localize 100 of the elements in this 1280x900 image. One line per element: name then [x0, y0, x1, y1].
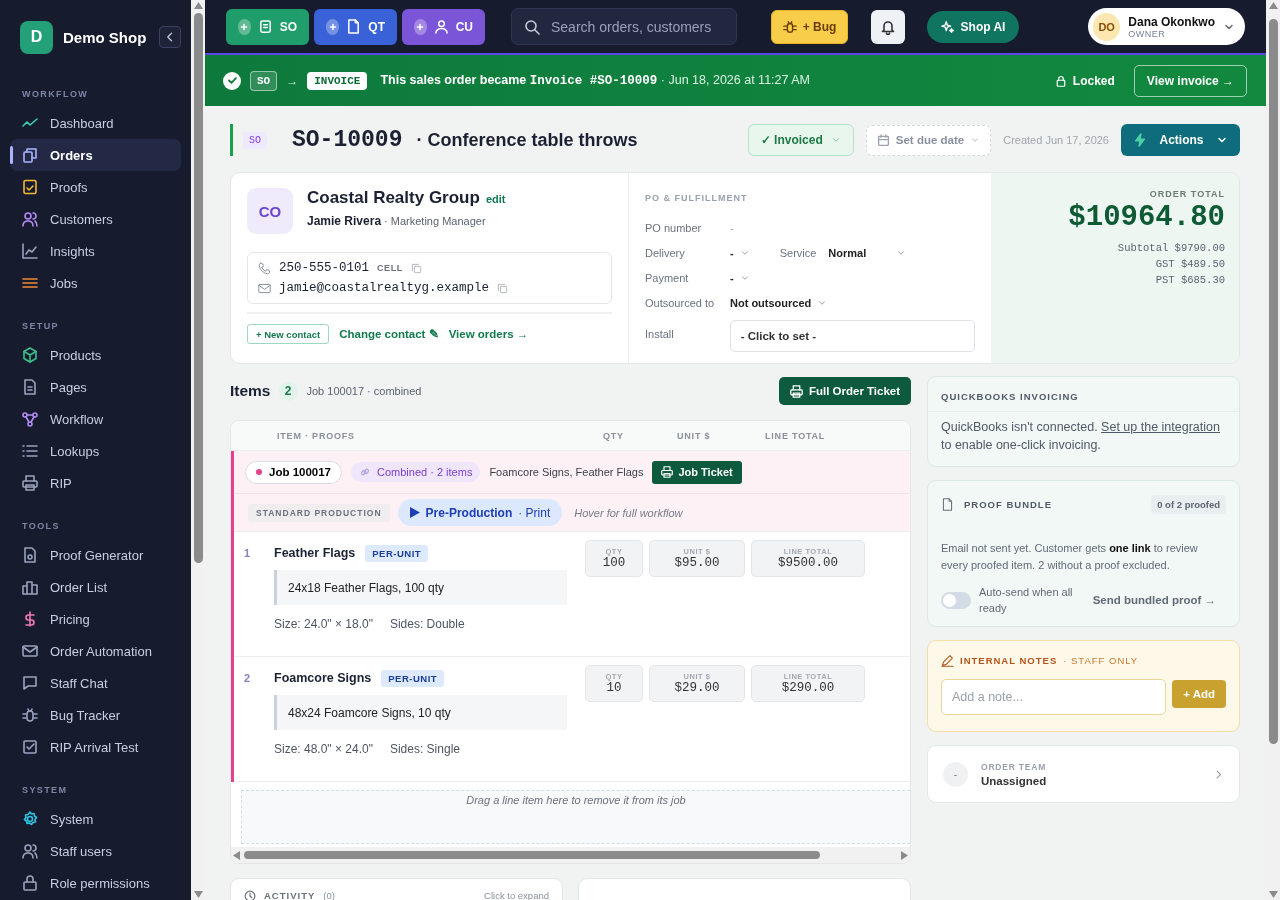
customer-name: Coastal Realty Group — [307, 188, 480, 208]
lines-icon — [22, 275, 38, 291]
sidebar-item[interactable]: Pricing — [10, 603, 181, 635]
columns-icon — [22, 579, 38, 595]
item-sides: Sides: Double — [389, 617, 465, 631]
search-box[interactable]: Search orders, customers — [511, 8, 737, 45]
sidebar-item[interactable]: Lookups — [10, 435, 181, 467]
sidebar-item[interactable]: Jobs — [10, 267, 181, 299]
stage-button[interactable]: Pre-Production · Print — [397, 499, 563, 526]
sidebar-item[interactable]: Orders — [10, 139, 181, 171]
section-title: WORKFLOW — [21, 89, 90, 99]
copy-icon — [410, 262, 422, 274]
chart-icon — [22, 243, 38, 259]
section-title: PO & FULFILLMENT — [645, 193, 749, 203]
sidebar-item[interactable]: RIP — [10, 467, 181, 499]
mail-icon — [258, 281, 271, 295]
scrollbar[interactable] — [1266, 0, 1280, 900]
note-field[interactable]: Add a note... — [941, 679, 1167, 715]
sidebar-item[interactable]: Insights — [10, 235, 181, 267]
pencil-icon — [941, 654, 954, 667]
scroll-right-icon[interactable] — [901, 850, 908, 860]
sidebar-item[interactable]: Staff users — [10, 835, 181, 867]
select-field[interactable]: Not outsourced — [730, 296, 828, 309]
scroll-down-icon[interactable] — [1268, 891, 1278, 898]
users-icon — [22, 211, 38, 227]
change-contact-link[interactable]: Change contact ✎ — [339, 327, 439, 341]
sidebar-item[interactable]: Customers — [10, 203, 181, 235]
item-description: 48x24 Foamcore Signs, 10 qty — [274, 695, 567, 730]
item-sides: Sides: Single — [389, 742, 460, 756]
user-menu[interactable]: DO Dana Okonkwo OWNER — [1088, 8, 1245, 45]
plus-icon — [415, 21, 426, 32]
sidebar-item[interactable]: Workflow — [10, 403, 181, 435]
search-field[interactable]: Search orders, customers — [549, 17, 724, 36]
job-items: Foamcore Signs, Feather Flags — [489, 466, 644, 478]
sidebar-item[interactable]: Staff Chat — [10, 667, 181, 699]
setup-link[interactable]: Set up the integration — [1101, 420, 1220, 434]
bug-icon — [782, 19, 797, 34]
copy-icon — [497, 282, 509, 294]
new-contact-button[interactable]: + New contact — [247, 324, 330, 344]
notifications-button[interactable] — [871, 9, 905, 44]
status-dropdown[interactable]: ✓ Invoiced — [747, 124, 854, 156]
arrow-icon: → — [286, 73, 299, 88]
team-label: ORDER TEAM — [981, 761, 1048, 772]
sidebar-item[interactable]: Order Automation — [10, 635, 181, 667]
select-field[interactable]: - — [730, 246, 750, 259]
auto-send-toggle[interactable] — [941, 591, 971, 609]
order-type-tag: SO — [243, 131, 267, 149]
sidebar-item[interactable]: RIP Arrival Test — [10, 731, 181, 763]
view-invoice-button[interactable]: View invoice → — [1133, 64, 1247, 97]
scrollbar[interactable] — [231, 847, 910, 863]
proof-icon — [22, 179, 38, 195]
scroll-down-icon[interactable] — [193, 891, 203, 898]
pricing-tag: PER-UNIT — [365, 544, 429, 562]
total-line: GST $489.50 — [1154, 257, 1225, 272]
sidebar-item[interactable]: Order List — [10, 571, 181, 603]
sidebar-item[interactable]: Proof Generator — [10, 539, 181, 571]
user-name: Dana Okonkwo — [1128, 14, 1215, 29]
phone-icon — [258, 261, 271, 275]
scrollbar[interactable] — [191, 0, 205, 900]
sidebar-item[interactable]: Proofs — [10, 171, 181, 203]
person-icon — [433, 19, 449, 34]
order-type-tag: SO — [250, 70, 278, 91]
ai-button[interactable]: Shop AI — [927, 10, 1019, 43]
contact-role: · Marketing Manager — [384, 215, 486, 227]
sidebar-item[interactable]: Pages — [10, 371, 181, 403]
send-proof-link[interactable]: Send bundled proof → — [1092, 594, 1216, 606]
job-button[interactable]: Job 100017 — [245, 460, 342, 484]
sidebar-item[interactable]: Bug Tracker — [10, 699, 181, 731]
job-ticket-button[interactable]: Job Ticket — [652, 460, 742, 484]
sidebar-item[interactable]: Role permissions — [10, 867, 181, 899]
field-value: - — [730, 221, 734, 234]
collapse-button[interactable] — [159, 26, 181, 48]
actions-button[interactable]: Actions — [1121, 124, 1240, 156]
chat-icon — [22, 675, 38, 691]
sidebar-item[interactable]: Dashboard — [10, 107, 181, 139]
bug-button[interactable]: + Bug — [771, 9, 848, 44]
user-role: OWNER — [1128, 28, 1167, 39]
scroll-left-icon[interactable] — [233, 850, 240, 860]
quick-create-button[interactable]: QT — [314, 8, 397, 45]
mail-icon — [22, 643, 38, 659]
locked-label: Locked — [1072, 73, 1115, 88]
input-field[interactable]: - Click to set - — [729, 320, 975, 352]
sidebar-item[interactable]: System — [10, 803, 181, 835]
user-avatar: DO — [1093, 12, 1121, 41]
production-tag: STANDARD PRODUCTION — [248, 503, 390, 522]
field-label: Install — [645, 327, 675, 340]
drop-zone[interactable]: Drag a line item here to remove it from its job — [241, 790, 910, 844]
order-ticket-button[interactable]: Full Order Ticket — [779, 377, 911, 405]
select-field[interactable]: - — [730, 271, 750, 284]
scroll-up-icon[interactable] — [1268, 2, 1278, 9]
sidebar-item[interactable]: Products — [10, 339, 181, 371]
item-size: Size: 24.0" × 18.0" — [274, 617, 373, 631]
select-field[interactable]: Normal — [828, 246, 907, 259]
scroll-up-icon[interactable] — [193, 2, 203, 9]
combined-tag: Combined · 2 items — [351, 462, 481, 482]
quick-create-button[interactable]: CU — [402, 8, 485, 45]
view-orders-link[interactable]: View orders → — [448, 328, 529, 340]
edit-link[interactable]: edit — [485, 193, 506, 205]
order-team-card[interactable]: - ORDER TEAM Unassigned — [927, 745, 1240, 803]
field-label: Outsourced to — [645, 296, 716, 309]
